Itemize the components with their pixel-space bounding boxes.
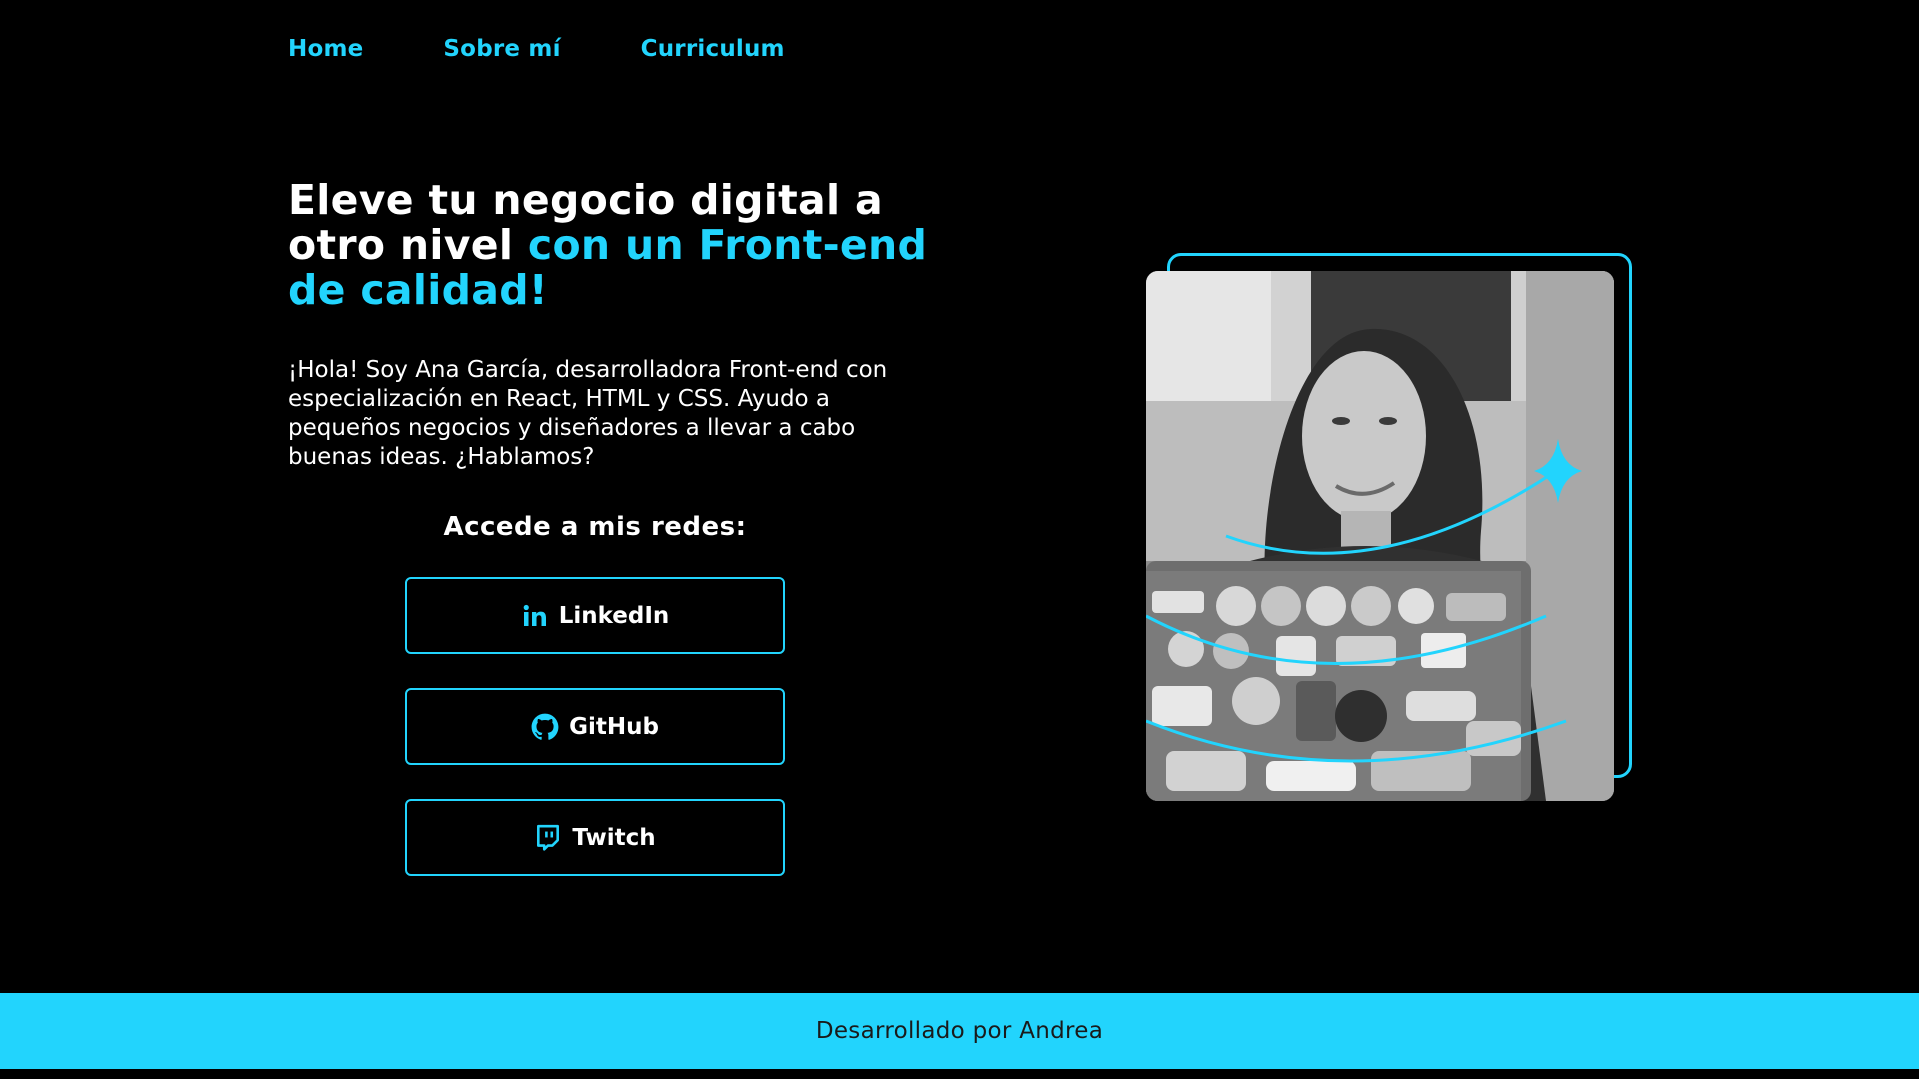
twitch-label: Twitch bbox=[572, 824, 656, 851]
nav-home-link[interactable]: Home bbox=[288, 36, 363, 62]
social-title: Accede a mis redes: bbox=[443, 512, 747, 542]
linkedin-label: LinkedIn bbox=[558, 602, 670, 629]
nav-curriculum-link[interactable]: Curriculum bbox=[641, 36, 785, 62]
twitch-icon bbox=[534, 824, 562, 852]
bottom-strip bbox=[0, 1069, 1919, 1079]
hero-photo bbox=[1146, 271, 1614, 801]
hero-image-container bbox=[1146, 253, 1632, 801]
linkedin-icon bbox=[521, 602, 549, 630]
main-nav: Home Sobre mí Curriculum bbox=[288, 36, 785, 62]
hero-intro: ¡Hola! Soy Ana García, desarrolladora Fr… bbox=[288, 357, 888, 470]
footer-credit: Desarrollado por Andrea bbox=[815, 1018, 1104, 1044]
page: Home Sobre mí Curriculum Eleve tu negoci… bbox=[0, 0, 1919, 1079]
linkedin-button[interactable]: LinkedIn bbox=[405, 577, 785, 654]
hero-headline: Eleve tu negocio digital a otro nivel co… bbox=[288, 178, 928, 313]
twitch-button[interactable]: Twitch bbox=[405, 799, 785, 876]
footer: Desarrollado por Andrea bbox=[0, 993, 1919, 1069]
github-icon bbox=[531, 713, 559, 741]
github-button[interactable]: GitHub bbox=[405, 688, 785, 765]
nav-about-link[interactable]: Sobre mí bbox=[443, 36, 560, 62]
github-label: GitHub bbox=[569, 713, 659, 740]
